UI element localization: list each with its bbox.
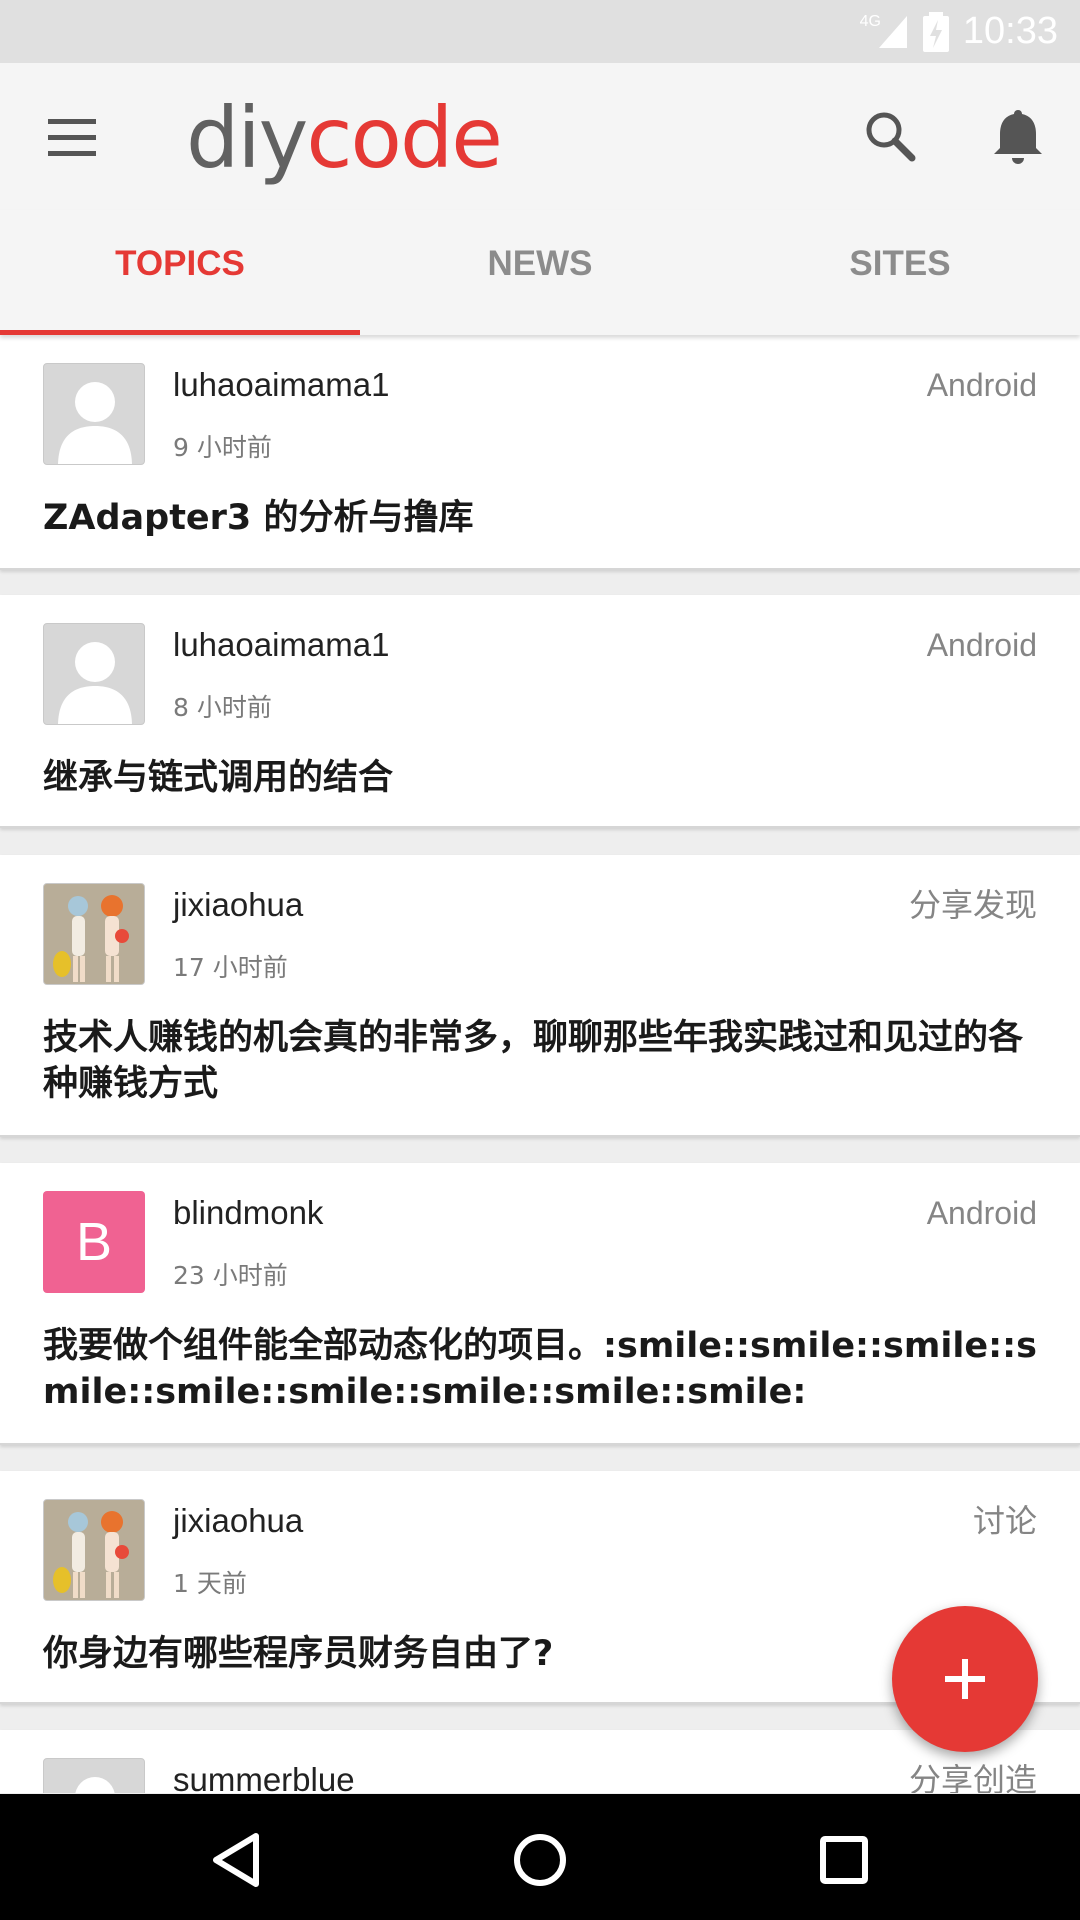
topic-author[interactable]: blindmonk (173, 1191, 323, 1235)
figure-avatar-image (44, 884, 144, 984)
topic-time: 23 小时前 (173, 1261, 288, 1290)
app-logo: diycode (186, 93, 503, 183)
clock: 10:33 (962, 10, 1058, 52)
figure-avatar-image (44, 1500, 144, 1600)
menu-icon[interactable] (44, 111, 100, 163)
avatar[interactable] (43, 1758, 145, 1793)
avatar[interactable] (43, 363, 145, 465)
tab-sites[interactable]: SITES (720, 210, 1080, 335)
topic-card[interactable]: B blindmonk Android 23 小时前 我要做个组件能全部动态化的… (0, 1163, 1080, 1445)
topic-title[interactable]: 你身边有哪些程序员财务自由了? (43, 1631, 1038, 1677)
avatar[interactable] (43, 883, 145, 985)
topic-node[interactable]: Android (927, 363, 1037, 407)
topic-author[interactable]: luhaoaimama1 (173, 363, 389, 407)
topic-node[interactable]: Android (927, 623, 1037, 667)
bell-icon[interactable] (990, 106, 1046, 166)
back-icon[interactable] (206, 1830, 266, 1890)
topic-author[interactable]: jixiaohua (173, 883, 303, 927)
tab-bar: TOPICS NEWS SITES (0, 210, 1080, 335)
topic-card[interactable]: luhaoaimama1 Android 9 小时前 ZAdapter3 的分析… (0, 335, 1080, 570)
search-icon[interactable] (862, 108, 918, 164)
topic-list[interactable]: luhaoaimama1 Android 9 小时前 ZAdapter3 的分析… (0, 335, 1080, 1793)
avatar[interactable]: B (43, 1191, 145, 1293)
topic-author[interactable]: summerblue (173, 1758, 355, 1793)
status-bar: 4G 10:33 (0, 0, 1080, 63)
plus-icon (945, 1659, 985, 1699)
topic-time: 17 小时前 (173, 953, 288, 982)
topic-card[interactable]: jixiaohua 分享发现 17 小时前 技术人赚钱的机会真的非常多，聊聊那些… (0, 855, 1080, 1137)
topic-card[interactable]: luhaoaimama1 Android 8 小时前 继承与链式调用的结合 (0, 595, 1080, 828)
logo-part-diy: diy (186, 89, 308, 187)
app-toolbar: diycode (0, 63, 1080, 210)
logo-part-code: code (306, 89, 503, 187)
default-avatar-icon (58, 382, 132, 464)
topic-time: 8 小时前 (173, 693, 272, 722)
tab-topics[interactable]: TOPICS (0, 210, 360, 335)
topic-time: 1 天前 (173, 1569, 247, 1598)
battery-charging-icon (922, 11, 949, 52)
topic-author[interactable]: luhaoaimama1 (173, 623, 389, 667)
topic-author[interactable]: jixiaohua (173, 1499, 303, 1543)
topic-node[interactable]: Android (927, 1191, 1037, 1235)
topic-node[interactable]: 讨论 (973, 1499, 1037, 1543)
default-avatar-icon (58, 642, 132, 724)
tab-news[interactable]: NEWS (360, 210, 720, 335)
home-icon[interactable] (510, 1830, 570, 1890)
default-avatar-icon (75, 1777, 115, 1793)
topic-card[interactable]: summerblue 分享创造 (0, 1730, 1080, 1793)
topic-time: 9 小时前 (173, 433, 272, 462)
signal-icon (878, 15, 907, 48)
avatar[interactable] (43, 1499, 145, 1601)
recents-icon[interactable] (814, 1830, 874, 1890)
system-nav-bar (0, 1794, 1080, 1920)
topic-title[interactable]: 我要做个组件能全部动态化的项目。:smile::smile::smile::sm… (43, 1323, 1038, 1415)
topic-title[interactable]: 技术人赚钱的机会真的非常多，聊聊那些年我实践过和见过的各种赚钱方式 (43, 1015, 1038, 1107)
avatar[interactable] (43, 623, 145, 725)
topic-title[interactable]: 继承与链式调用的结合 (43, 755, 1038, 801)
topic-title[interactable]: ZAdapter3 的分析与撸库 (43, 495, 1038, 541)
topic-node[interactable]: 分享发现 (909, 883, 1037, 927)
topic-node[interactable]: 分享创造 (909, 1758, 1037, 1793)
new-topic-button[interactable] (892, 1606, 1038, 1752)
